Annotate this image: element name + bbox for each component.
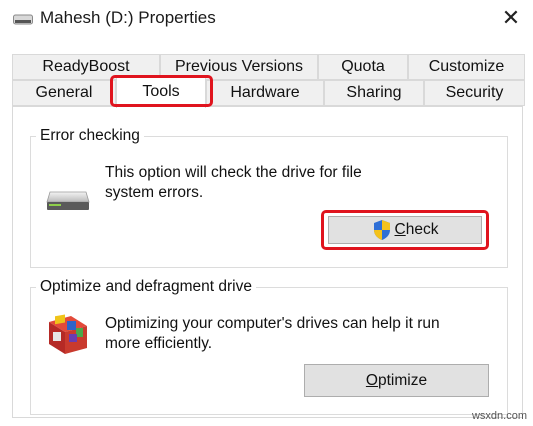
drive-icon: [13, 14, 33, 25]
tab-customize[interactable]: Customize: [408, 54, 525, 80]
title-bar: Mahesh (D:) Properties ✕: [0, 0, 533, 38]
watermark: wsxdn.com: [471, 410, 527, 422]
error-checking-title: Error checking: [36, 127, 144, 145]
window-title: Mahesh (D:) Properties: [40, 8, 216, 27]
check-button[interactable]: Check: [328, 216, 482, 244]
close-icon: ✕: [501, 5, 521, 30]
tab-sharing[interactable]: Sharing: [324, 80, 424, 106]
uac-shield-icon: [373, 220, 390, 240]
close-button[interactable]: ✕: [489, 0, 533, 36]
tab-tools[interactable]: Tools: [116, 77, 206, 108]
error-checking-description: This option will check the drive for fil…: [105, 164, 362, 201]
optimize-description: Optimizing your computer's drives can he…: [105, 315, 440, 352]
drive-icon: [46, 191, 90, 210]
tab-quota[interactable]: Quota: [318, 54, 408, 80]
tab-general[interactable]: General: [12, 80, 116, 106]
tab-security[interactable]: Security: [424, 80, 525, 106]
optimize-button[interactable]: Optimize: [304, 364, 489, 397]
optimize-title: Optimize and defragment drive: [36, 278, 256, 296]
tab-hardware[interactable]: Hardware: [206, 80, 324, 106]
defrag-icon: [49, 314, 87, 354]
